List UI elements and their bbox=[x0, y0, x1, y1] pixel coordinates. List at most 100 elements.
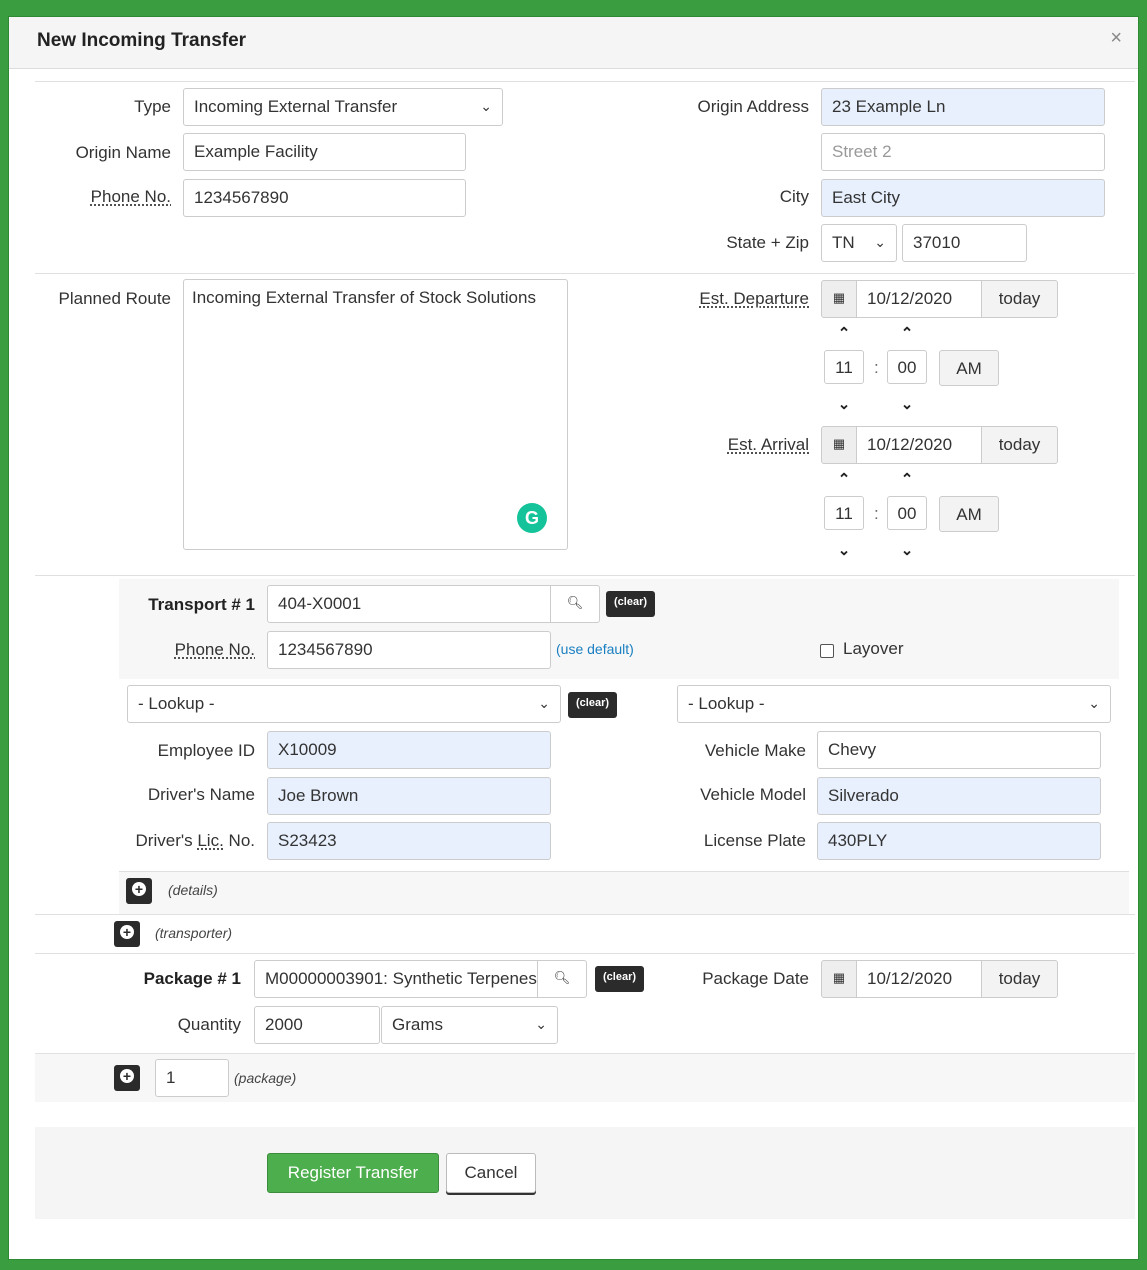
calendar-icon[interactable]: ▦ bbox=[821, 426, 857, 464]
time-separator: : bbox=[874, 358, 879, 377]
phone-label: Phone No. bbox=[90, 187, 171, 206]
type-select-value: Incoming External Transfer bbox=[194, 97, 398, 116]
chevron-up-icon[interactable]: ⌃ bbox=[834, 470, 854, 488]
package-today-button[interactable]: today bbox=[981, 960, 1058, 998]
package-input[interactable]: M00000003901: Synthetic Terpenes bbox=[254, 960, 538, 998]
driver-name-input[interactable]: Joe Brown bbox=[267, 777, 551, 815]
departure-today-button[interactable]: today bbox=[981, 280, 1058, 318]
type-select[interactable]: Incoming External Transfer ⌄ bbox=[183, 88, 503, 126]
type-label: Type bbox=[134, 97, 171, 116]
origin-address-label: Origin Address bbox=[697, 97, 810, 116]
origin-name-input[interactable]: Example Facility bbox=[183, 133, 466, 171]
city-input[interactable]: East City bbox=[821, 179, 1105, 217]
street2-input[interactable]: Street 2 bbox=[821, 133, 1105, 171]
chevron-down-icon: ⌄ bbox=[538, 695, 550, 711]
chevron-down-icon: ⌄ bbox=[874, 234, 886, 250]
transport-clear-button[interactable]: (clear) bbox=[606, 591, 656, 617]
driver-lic-label-abbr: Lic. bbox=[197, 831, 224, 850]
plus-icon[interactable]: + bbox=[114, 921, 140, 947]
layover-label: Layover bbox=[843, 639, 904, 658]
chevron-down-icon: ⌄ bbox=[480, 98, 492, 114]
employee-id-input[interactable]: X10009 bbox=[267, 731, 551, 769]
transport-phone-input[interactable]: 1234567890 bbox=[267, 631, 551, 669]
divider bbox=[35, 81, 1135, 82]
departure-hour-input[interactable]: 11 bbox=[824, 350, 864, 384]
new-incoming-transfer-dialog: New Incoming Transfer × Type Incoming Ex… bbox=[8, 16, 1139, 1260]
arrival-minute-input[interactable]: 00 bbox=[887, 496, 927, 530]
divider bbox=[35, 575, 1135, 576]
vehicle-lookup-select[interactable]: - Lookup - ⌄ bbox=[677, 685, 1111, 723]
est-departure-label: Est. Departure bbox=[699, 289, 809, 308]
departure-ampm-button[interactable]: AM bbox=[939, 350, 999, 386]
transport-input[interactable]: 404-X0001 bbox=[267, 585, 551, 623]
driver-lic-label: Driver's Lic. No. bbox=[89, 831, 255, 851]
transporter-label: (transporter) bbox=[155, 925, 233, 941]
use-default-link[interactable]: (use default) bbox=[556, 641, 634, 657]
divider bbox=[35, 273, 1135, 274]
chevron-up-icon[interactable]: ⌃ bbox=[897, 470, 917, 488]
phone-input[interactable]: 1234567890 bbox=[183, 179, 466, 217]
departure-minute-input[interactable]: 00 bbox=[887, 350, 927, 384]
actions-panel bbox=[35, 1127, 1135, 1219]
divider bbox=[35, 953, 1135, 954]
chevron-up-icon[interactable]: ⌃ bbox=[897, 324, 917, 342]
vehicle-model-input[interactable]: Silverado bbox=[817, 777, 1101, 815]
chevron-down-icon: ⌄ bbox=[1088, 695, 1100, 711]
employee-id-label: Employee ID bbox=[157, 741, 255, 760]
state-zip-label: State + Zip bbox=[726, 233, 809, 252]
plus-icon[interactable]: + bbox=[114, 1065, 140, 1091]
package-date-label: Package Date bbox=[702, 969, 809, 988]
driver-lic-label-pre: Driver's bbox=[135, 831, 198, 850]
vehicle-make-input[interactable]: Chevy bbox=[817, 731, 1101, 769]
layover-checkbox[interactable] bbox=[820, 644, 834, 658]
arrival-today-button[interactable]: today bbox=[981, 426, 1058, 464]
time-separator: : bbox=[874, 504, 879, 523]
driver-lic-label-post: No. bbox=[223, 831, 255, 850]
dialog-header: New Incoming Transfer × bbox=[9, 17, 1138, 69]
chevron-down-icon[interactable]: ⌄ bbox=[897, 395, 917, 413]
chevron-down-icon[interactable]: ⌄ bbox=[897, 541, 917, 559]
license-plate-input[interactable]: 430PLY bbox=[817, 822, 1101, 860]
register-transfer-button[interactable]: Register Transfer bbox=[267, 1153, 439, 1193]
planned-route-textarea[interactable]: Incoming External Transfer of Stock Solu… bbox=[183, 279, 568, 550]
transport-phone-label: Phone No. bbox=[174, 640, 255, 659]
grammarly-icon[interactable]: G bbox=[517, 503, 547, 533]
cancel-button[interactable]: Cancel bbox=[446, 1153, 536, 1193]
close-icon[interactable]: × bbox=[1110, 27, 1122, 50]
chevron-down-icon: ⌄ bbox=[535, 1016, 547, 1032]
arrival-date-input[interactable]: 10/12/2020 bbox=[856, 426, 982, 464]
calendar-icon[interactable]: ▦ bbox=[821, 960, 857, 998]
package-count-input[interactable]: 1 bbox=[155, 1059, 229, 1097]
package-clear-button[interactable]: (clear) bbox=[595, 966, 645, 992]
plus-icon[interactable]: + bbox=[126, 878, 152, 904]
license-plate-label: License Plate bbox=[703, 831, 806, 850]
quantity-input[interactable]: 2000 bbox=[254, 1006, 380, 1044]
state-select[interactable]: TN ⌄ bbox=[821, 224, 897, 262]
transport-label: Transport # 1 bbox=[148, 595, 255, 614]
chevron-up-icon[interactable]: ⌃ bbox=[834, 324, 854, 342]
divider bbox=[35, 914, 1135, 915]
driver-lic-input[interactable]: S23423 bbox=[267, 822, 551, 860]
chevron-down-icon[interactable]: ⌄ bbox=[834, 541, 854, 559]
zip-input[interactable]: 37010 bbox=[902, 224, 1027, 262]
driver-name-label: Driver's Name bbox=[147, 785, 255, 804]
add-package-label: (package) bbox=[234, 1070, 297, 1086]
state-select-value: TN bbox=[832, 233, 855, 252]
driver-lookup-select[interactable]: - Lookup - ⌄ bbox=[127, 685, 561, 723]
arrival-hour-input[interactable]: 11 bbox=[824, 496, 864, 530]
departure-date-input[interactable]: 10/12/2020 bbox=[856, 280, 982, 318]
search-icon[interactable]: 🔍︎ bbox=[550, 585, 600, 623]
origin-address-input[interactable]: 23 Example Ln bbox=[821, 88, 1105, 126]
unit-select[interactable]: Grams ⌄ bbox=[381, 1006, 558, 1044]
chevron-down-icon[interactable]: ⌄ bbox=[834, 395, 854, 413]
unit-select-value: Grams bbox=[392, 1015, 443, 1034]
driver-clear-button[interactable]: (clear) bbox=[568, 692, 618, 718]
vehicle-make-label: Vehicle Make bbox=[704, 741, 806, 760]
package-date-input[interactable]: 10/12/2020 bbox=[856, 960, 982, 998]
arrival-ampm-button[interactable]: AM bbox=[939, 496, 999, 532]
planned-route-label: Planned Route bbox=[58, 289, 171, 308]
details-panel bbox=[119, 872, 1129, 914]
quantity-label: Quantity bbox=[177, 1015, 241, 1034]
calendar-icon[interactable]: ▦ bbox=[821, 280, 857, 318]
search-icon[interactable]: 🔍︎ bbox=[537, 960, 587, 998]
